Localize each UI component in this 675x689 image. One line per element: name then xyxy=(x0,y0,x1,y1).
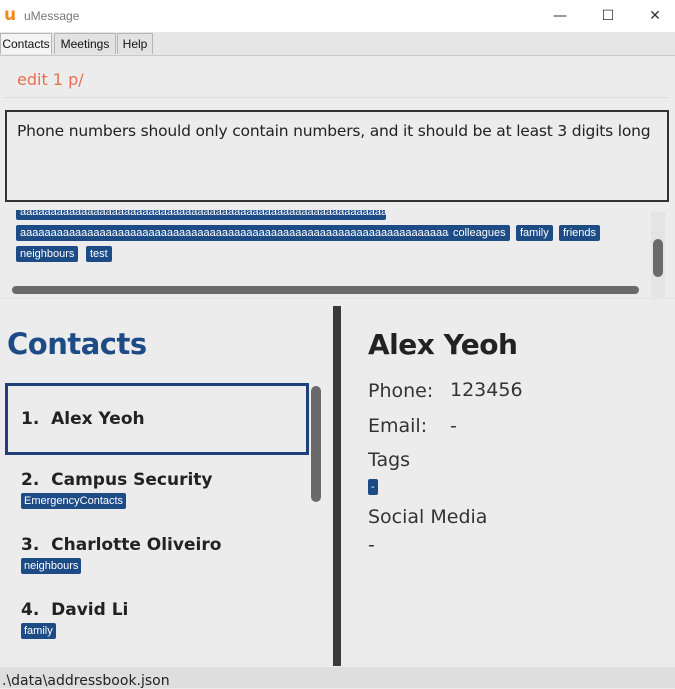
contact-tag: neighbours xyxy=(21,558,82,574)
window-title: uMessage xyxy=(24,9,80,23)
menu-meetings[interactable]: Meetings xyxy=(54,33,116,54)
command-input[interactable]: edit 1 p/ xyxy=(17,70,84,89)
tag-chip[interactable]: colleagues xyxy=(449,225,510,241)
phone-value: 123456 xyxy=(450,379,523,401)
status-bar: .\data\addressbook.json xyxy=(0,667,675,689)
split-pane-divider[interactable] xyxy=(333,306,341,666)
close-button[interactable]: ✕ xyxy=(632,0,675,32)
email-label: Email: xyxy=(368,415,428,437)
minimize-button[interactable]: — xyxy=(537,0,583,32)
detail-name: Alex Yeoh xyxy=(368,328,518,361)
tag-chip[interactable]: family xyxy=(516,225,553,241)
email-value: - xyxy=(450,415,457,437)
tag-chip[interactable]: friends xyxy=(559,225,601,241)
tag-chip[interactable]: aaaaaaaaaaaaaaaaaaaaaaaaaaaaaaaaaaaaaaaa… xyxy=(16,210,386,220)
tags-label: Tags xyxy=(368,449,411,471)
tag-chip[interactable]: neighbours xyxy=(16,246,79,262)
contact-card[interactable]: 1. Alex Yeoh xyxy=(5,380,309,455)
social-media-value: - xyxy=(368,534,375,556)
contact-tag: EmergencyContacts xyxy=(21,493,127,509)
contact-card[interactable]: 3. Charlotte Oliveiro neighbours xyxy=(5,525,309,585)
tag-chip[interactable]: test xyxy=(86,246,112,262)
tag-panel-vertical-scrollbar[interactable] xyxy=(653,239,663,277)
detail-tag: - xyxy=(368,479,378,495)
save-location-path: .\data\addressbook.json xyxy=(2,673,170,689)
phone-label: Phone: xyxy=(368,380,434,402)
contact-tag: family xyxy=(21,623,56,639)
menu-contacts[interactable]: Contacts xyxy=(0,33,52,54)
menu-help[interactable]: Help xyxy=(117,33,153,54)
section-divider xyxy=(0,298,675,299)
tag-chip[interactable]: aaaaaaaaaaaaaaaaaaaaaaaaaaaaaaaaaaaaaaaa… xyxy=(16,225,477,241)
title-bar: u uMessage — ☐ ✕ xyxy=(0,0,675,32)
contact-card[interactable]: 2. Campus Security EmergencyContacts xyxy=(5,460,309,520)
contact-name: 2. Campus Security xyxy=(21,470,213,490)
maximize-button[interactable]: ☐ xyxy=(585,0,631,32)
menu-bar: Contacts Meetings Help xyxy=(0,32,675,56)
tag-panel-horizontal-scrollbar[interactable] xyxy=(12,286,639,294)
social-media-label: Social Media xyxy=(368,506,488,528)
tag-panel: aaaaaaaaaaaaaaaaaaaaaaaaaaaaaaaaaaaaaaaa… xyxy=(13,210,653,282)
contact-name: 3. Charlotte Oliveiro xyxy=(21,535,222,555)
result-display: Phone numbers should only contain number… xyxy=(5,110,669,202)
contact-name: 4. David Li xyxy=(21,600,129,620)
app-logo-icon: u xyxy=(4,5,17,25)
command-divider xyxy=(4,97,668,98)
contact-name: 1. Alex Yeoh xyxy=(21,409,145,429)
contact-list: 1. Alex Yeoh 2. Campus Security Emergenc… xyxy=(5,380,310,665)
contacts-heading: Contacts xyxy=(7,327,147,361)
result-message: Phone numbers should only contain number… xyxy=(17,122,651,140)
contact-list-scrollbar[interactable] xyxy=(311,386,321,502)
contact-card[interactable]: 4. David Li family xyxy=(5,590,309,650)
